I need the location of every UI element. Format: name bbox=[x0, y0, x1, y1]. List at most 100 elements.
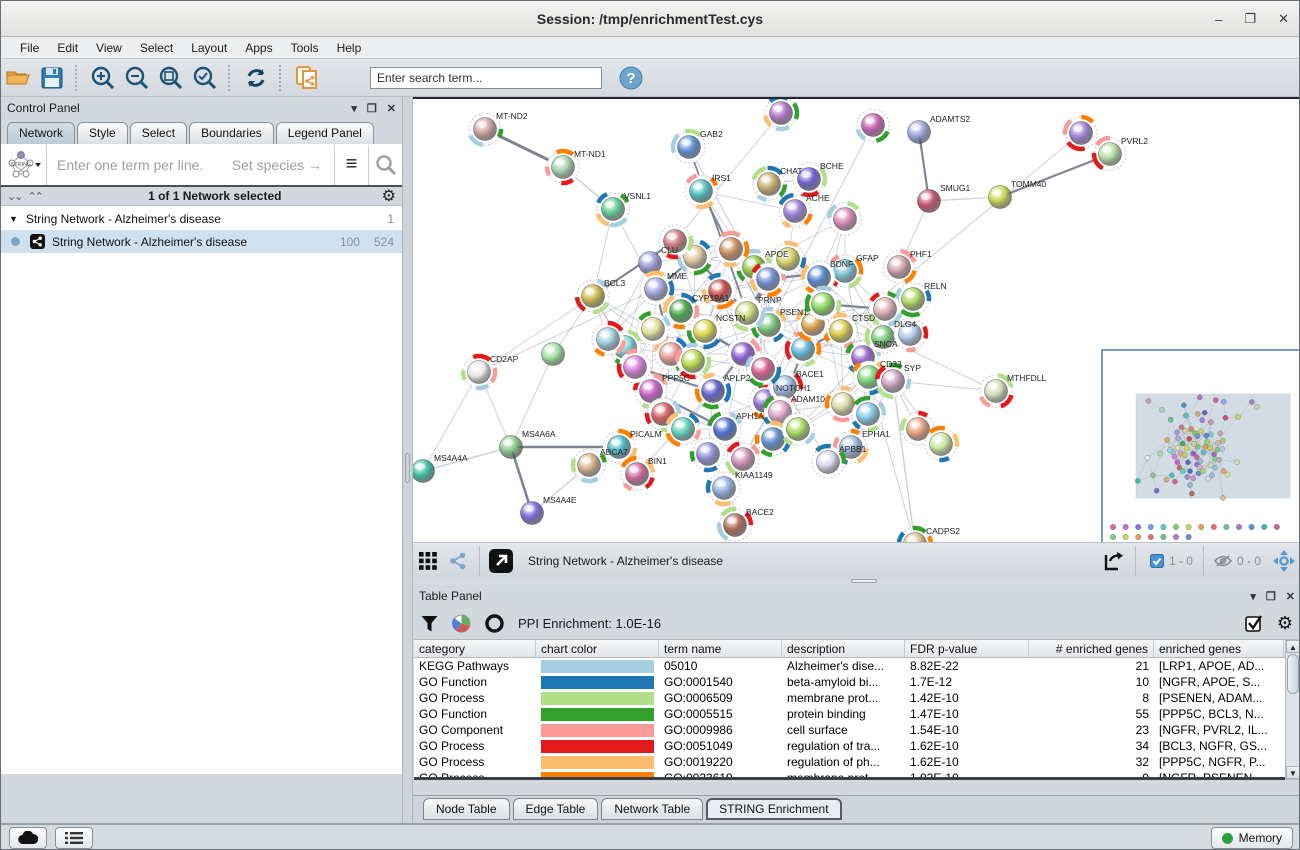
memory-button[interactable]: Memory bbox=[1211, 827, 1293, 849]
network-node[interactable] bbox=[857, 109, 889, 141]
network-from-clipboard-icon[interactable] bbox=[290, 63, 324, 93]
network-node-SMUG1[interactable] bbox=[918, 190, 941, 213]
menu-apps[interactable]: Apps bbox=[236, 39, 281, 57]
network-node[interactable] bbox=[829, 203, 861, 235]
splitter-handle[interactable] bbox=[405, 453, 410, 483]
network-options-gear-icon[interactable]: ⚙ bbox=[382, 186, 396, 206]
menu-select[interactable]: Select bbox=[131, 39, 182, 57]
network-node[interactable] bbox=[715, 233, 747, 265]
zoom-in-icon[interactable] bbox=[86, 63, 120, 93]
open-session-button[interactable] bbox=[1, 63, 35, 93]
network-node[interactable] bbox=[747, 353, 779, 385]
filter-icon[interactable] bbox=[421, 615, 438, 632]
set-species-hint[interactable]: Set species → bbox=[232, 157, 322, 173]
tab-node-table[interactable]: Node Table bbox=[423, 798, 510, 820]
refresh-icon[interactable] bbox=[239, 63, 273, 93]
table-row[interactable]: GO FunctionGO:0005515protein binding1.47… bbox=[414, 706, 1285, 722]
scroll-up-arrow[interactable]: ▲ bbox=[1286, 640, 1300, 653]
panel-collapse-icon[interactable]: ▾ bbox=[351, 102, 357, 115]
menu-file[interactable]: File bbox=[11, 39, 48, 57]
splitter-handle[interactable] bbox=[851, 579, 877, 583]
network-node[interactable] bbox=[852, 398, 884, 430]
menu-edit[interactable]: Edit bbox=[48, 39, 87, 57]
share-network-icon[interactable] bbox=[443, 546, 473, 576]
tab-boundaries[interactable]: Boundaries bbox=[189, 122, 274, 144]
column-header[interactable]: # enriched genes bbox=[1029, 640, 1154, 657]
tab-network[interactable]: Network bbox=[7, 122, 75, 144]
column-header[interactable]: enriched genes bbox=[1154, 640, 1284, 657]
column-header[interactable]: description bbox=[782, 640, 905, 657]
panel-float-icon[interactable]: ❐ bbox=[1266, 590, 1276, 603]
network-node[interactable] bbox=[619, 351, 651, 383]
export-network-icon[interactable] bbox=[1099, 546, 1129, 576]
string-query-input[interactable]: Enter one term per line. bbox=[47, 157, 232, 173]
table-row[interactable]: GO FunctionGO:0001540beta-amyloid bi...1… bbox=[414, 674, 1285, 690]
menu-layout[interactable]: Layout bbox=[182, 39, 236, 57]
panel-close-icon[interactable]: ✕ bbox=[1286, 590, 1295, 603]
zoom-out-icon[interactable] bbox=[120, 63, 154, 93]
select-all-checkbox-icon[interactable] bbox=[1245, 614, 1263, 632]
maximize-button[interactable]: ❐ bbox=[1244, 11, 1256, 27]
tab-edge-table[interactable]: Edge Table bbox=[513, 798, 599, 820]
collapse-all-icon[interactable]: ⌄⌄ bbox=[7, 190, 21, 203]
open-in-browser-icon[interactable] bbox=[486, 546, 516, 576]
network-collection-row[interactable]: ▼ String Network - Alzheimer's disease 1 bbox=[1, 207, 402, 230]
tree-expander-icon[interactable]: ▼ bbox=[9, 214, 18, 224]
task-list-button[interactable] bbox=[55, 827, 93, 849]
grid-view-icon[interactable] bbox=[413, 546, 443, 576]
tab-style[interactable]: Style bbox=[77, 122, 128, 144]
network-node[interactable] bbox=[925, 428, 957, 460]
table-row[interactable]: GO ComponentGO:0009986cell surface1.54E-… bbox=[414, 722, 1285, 738]
ring-chart-icon[interactable] bbox=[485, 614, 504, 633]
network-overview-inset[interactable] bbox=[1101, 349, 1300, 542]
network-node[interactable] bbox=[807, 288, 839, 320]
column-header[interactable]: chart color bbox=[536, 640, 659, 657]
menu-view[interactable]: View bbox=[87, 39, 131, 57]
scrollbar-thumb[interactable] bbox=[1287, 654, 1299, 694]
tab-string-enrichment[interactable]: STRING Enrichment bbox=[706, 798, 841, 820]
string-search-icon[interactable] bbox=[368, 145, 402, 185]
column-header[interactable]: category bbox=[414, 640, 536, 657]
network-node[interactable] bbox=[542, 343, 565, 366]
network-node-MS4A6A[interactable] bbox=[500, 436, 523, 459]
table-row[interactable]: GO ProcessGO:0019220regulation of ph...1… bbox=[414, 754, 1285, 770]
vertical-splitter[interactable] bbox=[403, 97, 413, 823]
table-settings-gear-icon[interactable]: ⚙ bbox=[1277, 613, 1293, 634]
column-header[interactable]: term name bbox=[659, 640, 782, 657]
birds-eye-navigator-icon[interactable] bbox=[1269, 546, 1299, 576]
network-node[interactable] bbox=[1065, 117, 1097, 149]
table-row[interactable]: KEGG Pathways05010Alzheimer's dise...8.8… bbox=[414, 658, 1285, 674]
network-node-MS4A4A[interactable] bbox=[413, 460, 435, 483]
network-node[interactable] bbox=[782, 413, 814, 445]
zoom-selected-icon[interactable] bbox=[188, 63, 222, 93]
pie-chart-icon[interactable] bbox=[452, 614, 471, 633]
tab-network-table[interactable]: Network Table bbox=[601, 798, 703, 820]
menu-tools[interactable]: Tools bbox=[282, 39, 328, 57]
network-node-ADAMTS2[interactable] bbox=[908, 121, 931, 144]
network-node[interactable] bbox=[765, 99, 797, 129]
column-header[interactable]: FDR p-value bbox=[905, 640, 1029, 657]
panel-close-icon[interactable]: ✕ bbox=[387, 102, 396, 115]
horizontal-splitter[interactable] bbox=[413, 578, 1300, 585]
string-options-menu-icon[interactable]: ≡ bbox=[334, 145, 368, 185]
menu-help[interactable]: Help bbox=[328, 39, 371, 57]
table-row[interactable]: GO ProcessGO:0006509membrane prot...1.42… bbox=[414, 690, 1285, 706]
panel-collapse-icon[interactable]: ▾ bbox=[1250, 590, 1256, 603]
table-row[interactable]: GO ProcessGO:0033619membrane prot...1.93… bbox=[414, 770, 1285, 780]
minimize-button[interactable]: – bbox=[1215, 12, 1222, 27]
help-button[interactable]: ? bbox=[614, 63, 648, 93]
network-canvas[interactable]: MT-ND2MT-ND1VSNL1GAB2IRS1CHATBCHEACHEADA… bbox=[413, 97, 1300, 542]
table-scrollbar[interactable]: ▲ ▼ bbox=[1285, 639, 1300, 780]
tab-select[interactable]: Select bbox=[130, 122, 187, 144]
expand-all-icon[interactable]: ⌃⌃ bbox=[27, 190, 41, 203]
table-row[interactable]: GO ProcessGO:0051049regulation of tra...… bbox=[414, 738, 1285, 754]
network-node[interactable] bbox=[637, 313, 669, 345]
zoom-fit-icon[interactable] bbox=[154, 63, 188, 93]
save-session-button[interactable] bbox=[35, 63, 69, 93]
network-node-MS4A4E[interactable] bbox=[521, 502, 544, 525]
close-button[interactable]: ✕ bbox=[1278, 11, 1289, 27]
tab-legend-panel[interactable]: Legend Panel bbox=[276, 122, 374, 144]
network-node[interactable] bbox=[772, 243, 804, 275]
network-node[interactable] bbox=[667, 413, 699, 445]
network-node-TOMM40[interactable] bbox=[989, 186, 1012, 209]
